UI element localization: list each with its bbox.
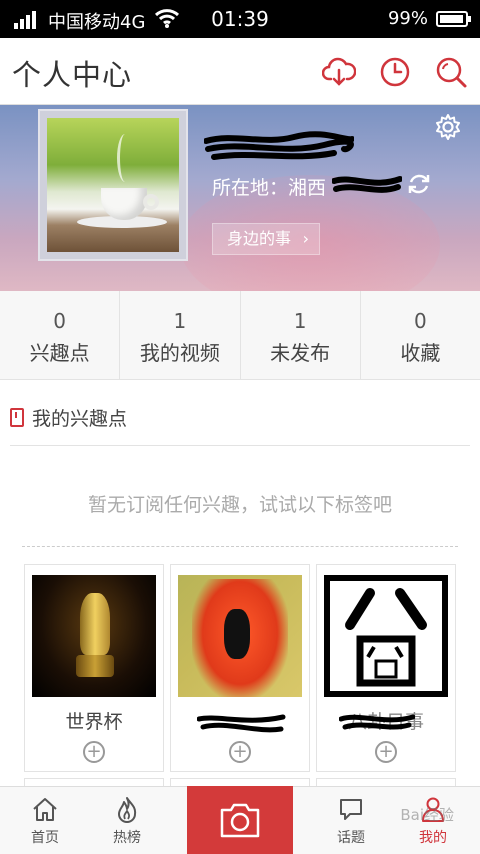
battery-icon xyxy=(436,11,471,27)
section-title-interests: 我的兴趣点 xyxy=(10,404,127,431)
chevron-right-icon: › xyxy=(302,229,309,248)
tab-home[interactable]: 首页 xyxy=(0,787,90,854)
refresh-icon[interactable] xyxy=(406,171,432,197)
tab-hot[interactable]: 热榜 xyxy=(82,787,172,854)
world-cup-trophy-image xyxy=(32,575,156,697)
stat-value: 0 xyxy=(414,309,427,333)
tag-name-redacted xyxy=(339,714,415,730)
stat-label: 未发布 xyxy=(270,341,331,365)
bookmark-icon xyxy=(10,408,24,427)
stat-value: 0 xyxy=(53,309,66,333)
avatar-image xyxy=(47,118,179,252)
stat-value: 1 xyxy=(293,309,307,333)
location-redacted xyxy=(332,176,402,193)
section-title-text: 我的兴趣点 xyxy=(32,408,128,430)
flame-icon xyxy=(118,797,137,823)
tab-label: 我的 xyxy=(419,830,447,846)
stat-label: 兴趣点 xyxy=(29,341,90,365)
status-bar: 中国移动4G 01:39 99% xyxy=(0,0,480,38)
tag-card-world-cup[interactable]: 世界杯 + xyxy=(24,564,164,772)
nearby-label: 身边的事 xyxy=(227,229,292,248)
tab-label: 热榜 xyxy=(113,830,141,846)
stat-interests[interactable]: 0 兴趣点 xyxy=(0,291,121,379)
camera-button[interactable] xyxy=(187,786,293,854)
clock-icon[interactable] xyxy=(378,55,412,89)
tab-label: 首页 xyxy=(31,830,59,846)
stat-unpublished[interactable]: 1 未发布 xyxy=(241,291,361,379)
avatar[interactable] xyxy=(38,109,188,261)
watermark: Bai经验 xyxy=(400,806,454,824)
app-header: 个人中心 xyxy=(0,38,480,105)
add-tag-icon[interactable]: + xyxy=(83,741,105,763)
battery-percent: 99% xyxy=(387,8,428,29)
profile-stats: 0 兴趣点 1 我的视频 1 未发布 0 收藏 xyxy=(0,291,480,380)
search-icon[interactable] xyxy=(434,55,468,89)
username-redacted xyxy=(204,131,354,160)
stat-value: 1 xyxy=(173,309,187,333)
home-icon xyxy=(33,798,57,821)
red-hair-portrait-image xyxy=(178,575,302,697)
divider xyxy=(10,445,470,446)
cloud-download-icon[interactable] xyxy=(321,55,357,89)
chat-bubble-icon xyxy=(340,799,362,820)
tag-card-gossip[interactable]: 八卦日事 + xyxy=(316,564,456,772)
gear-icon[interactable] xyxy=(434,113,462,141)
location-label: 所在地：湘西 xyxy=(212,177,327,199)
camera-icon xyxy=(220,803,260,838)
dashed-divider xyxy=(22,546,458,547)
nearby-button[interactable]: 身边的事 › xyxy=(212,223,320,255)
stat-label: 收藏 xyxy=(400,341,441,365)
add-tag-icon[interactable]: + xyxy=(229,741,251,763)
tab-label: 话题 xyxy=(337,830,365,846)
stat-favorites[interactable]: 0 收藏 xyxy=(361,291,480,379)
stat-my-videos[interactable]: 1 我的视频 xyxy=(120,291,241,379)
stat-label: 我的视频 xyxy=(139,341,220,365)
profile-banner: 所在地：湘西 身边的事 › xyxy=(0,105,480,291)
tag-name: 世界杯 xyxy=(65,711,123,733)
ba-character-logo-image xyxy=(324,575,448,697)
tag-card-2[interactable]: + xyxy=(170,564,310,772)
empty-hint: 暂无订阅任何兴趣，试试以下标签吧 xyxy=(87,494,392,516)
tag-name-redacted xyxy=(197,714,286,733)
add-tag-icon[interactable]: + xyxy=(375,741,397,763)
page-title: 个人中心 xyxy=(12,58,133,92)
tab-topics[interactable]: 话题 xyxy=(306,787,396,854)
